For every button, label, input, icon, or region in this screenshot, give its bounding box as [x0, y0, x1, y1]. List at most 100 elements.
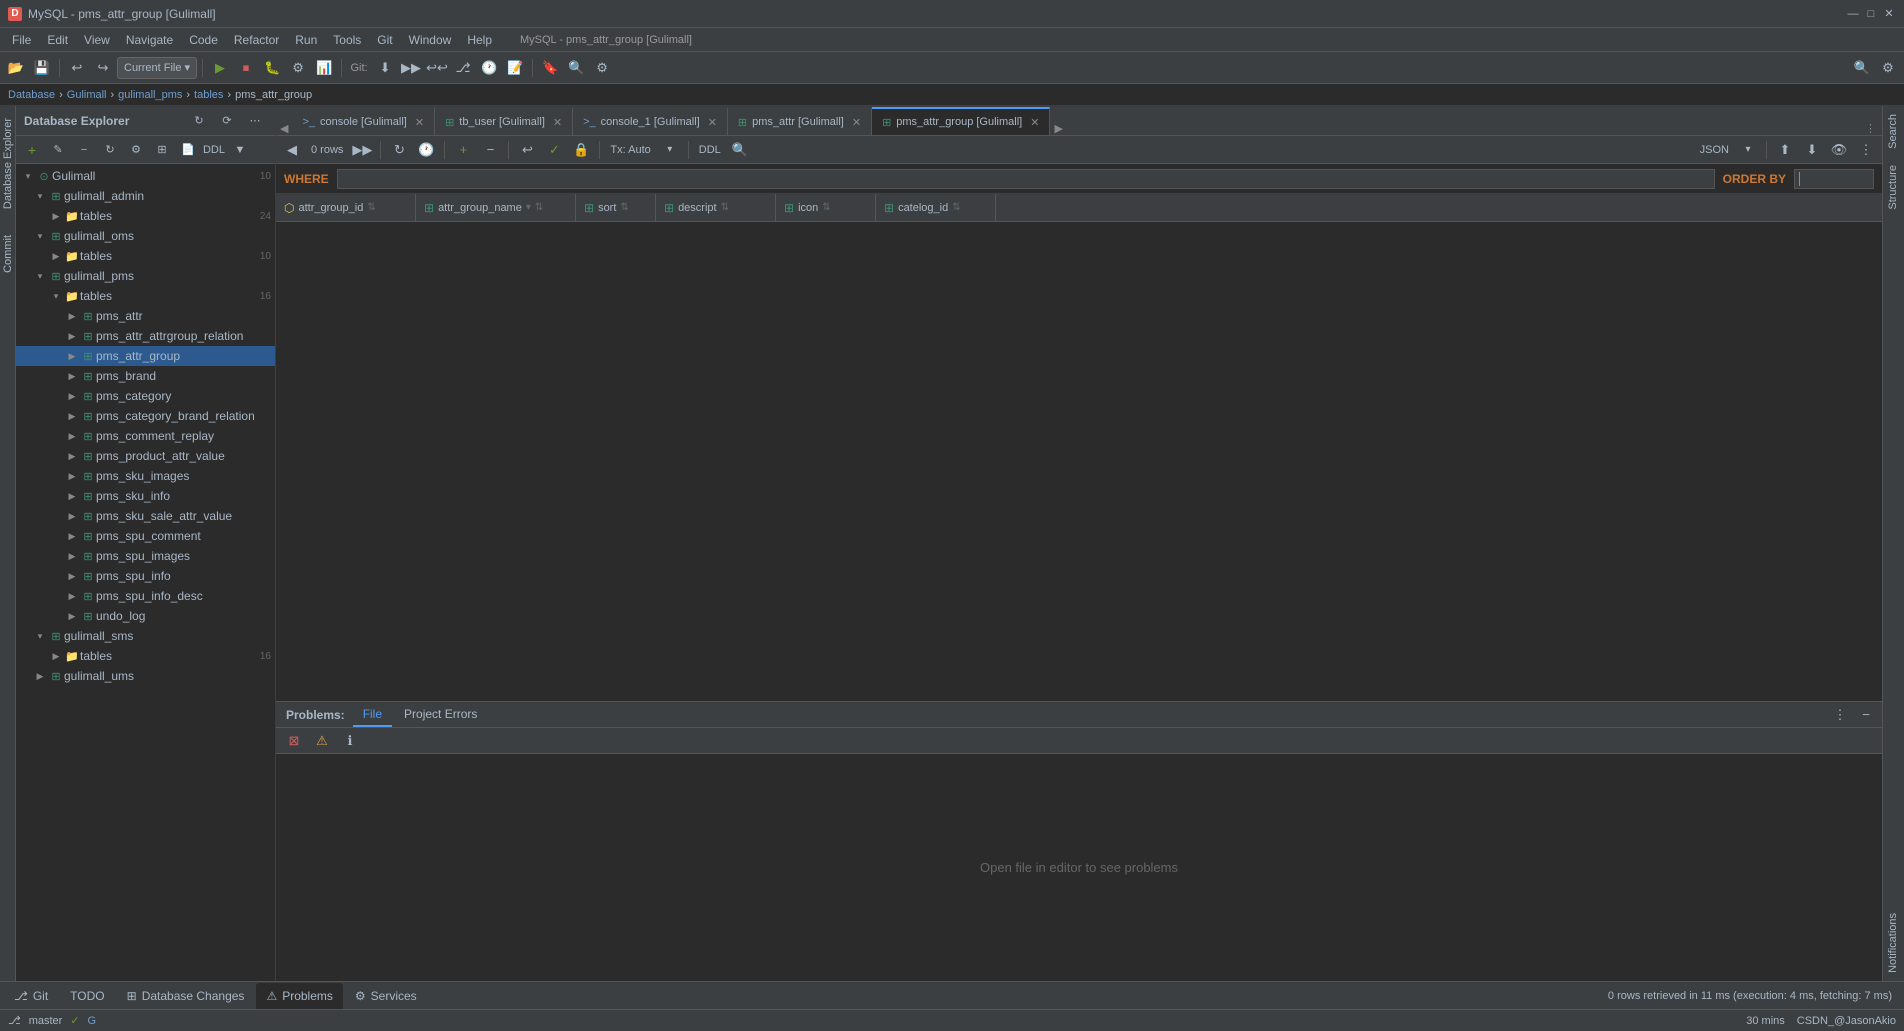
tabs-more-button[interactable]: ⋮	[1859, 122, 1882, 135]
menu-help[interactable]: Help	[459, 31, 500, 49]
far-right-tab-search[interactable]: Search	[1883, 106, 1904, 157]
tab-tb-user[interactable]: ⊞ tb_user [Gulimall] ✕	[435, 107, 573, 135]
tab-console-1[interactable]: >_ console_1 [Gulimall] ✕	[573, 107, 728, 135]
tree-item-pms-spu-info-desc[interactable]: ▶ ⊞ pms_spu_info_desc	[16, 586, 275, 606]
tree-item-gulimall[interactable]: ▾ ⊙ Gulimall 10	[16, 166, 275, 186]
tree-item-tables-admin[interactable]: ▶ 📁 tables 24	[16, 206, 275, 226]
tree-item-pms-product-attr-value[interactable]: ▶ ⊞ pms_product_attr_value	[16, 446, 275, 466]
sidebar-filter-button[interactable]: ▼	[228, 138, 252, 162]
tab-close-tb-user[interactable]: ✕	[553, 116, 562, 129]
tab-file[interactable]: File	[353, 703, 392, 727]
menu-code[interactable]: Code	[181, 31, 226, 49]
tree-item-gulimall-sms[interactable]: ▾ ⊞ gulimall_sms	[16, 626, 275, 646]
sidebar-sync-button[interactable]: ⟳	[215, 109, 239, 133]
far-right-tab-notifications[interactable]: Notifications	[1883, 905, 1904, 981]
breadcrumb-database[interactable]: Database	[8, 89, 55, 101]
tree-item-gulimall-oms[interactable]: ▾ ⊞ gulimall_oms	[16, 226, 275, 246]
tree-item-pms-attr-group[interactable]: ▶ ⊞ pms_attr_group	[16, 346, 275, 366]
tree-item-tables-pms[interactable]: ▾ 📁 tables 16	[16, 286, 275, 306]
where-input-area[interactable]	[337, 169, 1715, 189]
bt-services[interactable]: ⚙ Services	[345, 983, 427, 1009]
tabs-prev-button[interactable]: ◀	[276, 122, 292, 135]
tree-item-pms-brand[interactable]: ▶ ⊞ pms_brand	[16, 366, 275, 386]
open-file-button[interactable]: 📂	[4, 56, 28, 80]
undo-button[interactable]: ↩	[65, 56, 89, 80]
qt-import-button[interactable]: ⬇	[1800, 138, 1824, 162]
sidebar-more-button[interactable]: ⋯	[243, 109, 267, 133]
sidebar-ddl-label[interactable]: DDL	[202, 138, 226, 162]
git-annotate-button[interactable]: 📝	[503, 56, 527, 80]
menu-run[interactable]: Run	[287, 31, 325, 49]
debug-button[interactable]: 🐛	[260, 56, 284, 80]
qt-history-button[interactable]: 🕐	[414, 138, 438, 162]
breadcrumb-tables[interactable]: tables	[194, 89, 223, 101]
coverage-button[interactable]: ⚙	[286, 56, 310, 80]
info-filter-button[interactable]: ℹ	[338, 729, 362, 753]
menu-edit[interactable]: Edit	[39, 31, 76, 49]
save-button[interactable]: 💾	[30, 56, 54, 80]
sidebar-schema-button[interactable]: ⊞	[150, 138, 174, 162]
qt-lock-button[interactable]: 🔒	[569, 138, 593, 162]
tab-close-console[interactable]: ✕	[415, 116, 424, 129]
menu-refactor[interactable]: Refactor	[226, 31, 287, 49]
qt-add-button[interactable]: +	[451, 138, 475, 162]
tree-item-pms-sku-info[interactable]: ▶ ⊞ pms_sku_info	[16, 486, 275, 506]
col-sort-attr-group-name[interactable]: ⇅	[535, 202, 543, 213]
tabs-next-button[interactable]: ▶	[1050, 122, 1066, 135]
menu-file[interactable]: File	[4, 31, 39, 49]
title-bar-controls[interactable]: — □ ✕	[1846, 7, 1896, 21]
breadcrumb-gulimall[interactable]: Gulimall	[67, 89, 107, 101]
qt-nav-next[interactable]: ▶▶	[350, 138, 374, 162]
run-button[interactable]: ▶	[208, 56, 232, 80]
run-mode-dropdown[interactable]: Current File ▾	[117, 57, 197, 79]
col-sort-attr-group-id[interactable]: ⇅	[367, 202, 375, 213]
qt-revert-button[interactable]: ↩	[515, 138, 539, 162]
tab-console[interactable]: >_ console [Gulimall] ✕	[292, 107, 435, 135]
qt-more-button[interactable]: ⋮	[1854, 138, 1878, 162]
tree-item-undo-log[interactable]: ▶ ⊞ undo_log	[16, 606, 275, 626]
tree-item-pms-category[interactable]: ▶ ⊞ pms_category	[16, 386, 275, 406]
git-branch-button[interactable]: ⎇	[451, 56, 475, 80]
tree-item-pms-spu-images[interactable]: ▶ ⊞ pms_spu_images	[16, 546, 275, 566]
sidebar-refresh-button[interactable]: ↻	[187, 109, 211, 133]
git-revert-button[interactable]: ↩↩	[425, 56, 449, 80]
tree-item-tables-oms[interactable]: ▶ 📁 tables 10	[16, 246, 275, 266]
tab-close-pms-attr[interactable]: ✕	[852, 116, 861, 129]
breadcrumb-schema[interactable]: gulimall_pms	[118, 89, 182, 101]
tree-item-pms-attr-attrgroup[interactable]: ▶ ⊞ pms_attr_attrgroup_relation	[16, 326, 275, 346]
tab-close-pms-attr-group[interactable]: ✕	[1030, 116, 1039, 129]
search-everywhere-button[interactable]: 🔍	[564, 56, 588, 80]
sidebar-refresh2-button[interactable]: ↻	[98, 138, 122, 162]
qt-view-button[interactable]: 👁	[1827, 138, 1851, 162]
tab-project-errors[interactable]: Project Errors	[394, 703, 487, 727]
qt-search-button[interactable]: 🔍	[728, 138, 752, 162]
search-button-right[interactable]: 🔍	[1850, 56, 1874, 80]
tree-item-pms-sku-sale[interactable]: ▶ ⊞ pms_sku_sale_attr_value	[16, 506, 275, 526]
tree-item-pms-spu-info[interactable]: ▶ ⊞ pms_spu_info	[16, 566, 275, 586]
qt-ddl-button[interactable]: DDL	[695, 144, 725, 156]
tab-pms-attr[interactable]: ⊞ pms_attr [Gulimall] ✕	[728, 107, 872, 135]
qt-export-button[interactable]: ⬆	[1773, 138, 1797, 162]
menu-tools[interactable]: Tools	[325, 31, 369, 49]
sidebar-props-button[interactable]: ⚙	[124, 138, 148, 162]
bookmark-button[interactable]: 🔖	[538, 56, 562, 80]
col-sort-catelog-id[interactable]: ⇅	[952, 202, 960, 213]
tree-item-gulimall-pms[interactable]: ▾ ⊞ gulimall_pms	[16, 266, 275, 286]
tree-item-gulimall-admin[interactable]: ▾ ⊞ gulimall_admin	[16, 186, 275, 206]
profile-button[interactable]: 📊	[312, 56, 336, 80]
menu-git[interactable]: Git	[369, 31, 400, 49]
errors-filter-button[interactable]: ⊠	[282, 729, 306, 753]
sidebar-edit-button[interactable]: ✎	[46, 138, 70, 162]
qt-refresh-button[interactable]: ↻	[387, 138, 411, 162]
col-sort-sort[interactable]: ⇅	[620, 202, 628, 213]
settings-button[interactable]: ⚙	[590, 56, 614, 80]
tab-close-console-1[interactable]: ✕	[708, 116, 717, 129]
where-input[interactable]	[342, 172, 1710, 186]
qt-tx-dropdown[interactable]: ▾	[658, 138, 682, 162]
orderby-input-area[interactable]	[1794, 169, 1874, 189]
bt-problems[interactable]: ⚠ Problems	[256, 983, 342, 1009]
tree-item-pms-category-brand[interactable]: ▶ ⊞ pms_category_brand_relation	[16, 406, 275, 426]
tree-item-pms-spu-comment[interactable]: ▶ ⊞ pms_spu_comment	[16, 526, 275, 546]
close-button[interactable]: ✕	[1882, 7, 1896, 21]
bottom-panel-more-button[interactable]: ⋮	[1828, 703, 1852, 727]
